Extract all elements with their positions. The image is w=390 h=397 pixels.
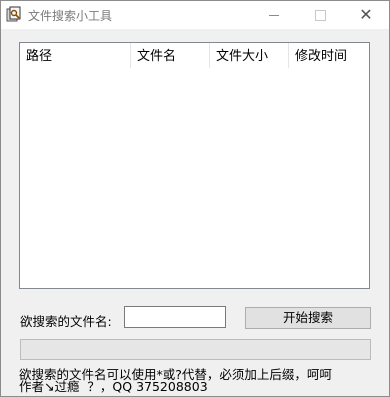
- search-progress-bar: [20, 339, 371, 360]
- close-button[interactable]: ✕: [343, 1, 389, 29]
- filename-input[interactable]: [124, 306, 226, 328]
- app-icon: [6, 6, 21, 22]
- start-search-button[interactable]: 开始搜索: [245, 307, 371, 329]
- column-header-path[interactable]: 路径: [20, 43, 131, 68]
- column-header-modified-time[interactable]: 修改时间: [289, 43, 369, 68]
- filename-label: 欲搜索的文件名:: [20, 314, 112, 329]
- close-icon: ✕: [359, 5, 373, 24]
- column-header-filename[interactable]: 文件名: [131, 43, 210, 68]
- usage-hint: 欲搜索的文件名可以使用*或?代替，必须加上后缀，呵呵 作者↘过瘾 ？，QQ 37…: [19, 367, 332, 394]
- maximize-button[interactable]: [297, 1, 343, 29]
- title-bar[interactable]: 文件搜索小工具 ✕: [1, 1, 389, 29]
- app-window: 文件搜索小工具 ✕ 路径 文件名 文件大小 修改时间 欲搜索的文件名: 开始搜索…: [0, 0, 390, 397]
- column-header-filesize[interactable]: 文件大小: [210, 43, 289, 68]
- list-header: 路径 文件名 文件大小 修改时间: [20, 43, 369, 68]
- minimize-icon: [269, 14, 279, 16]
- results-list[interactable]: 路径 文件名 文件大小 修改时间: [19, 42, 370, 289]
- maximize-icon: [314, 9, 326, 21]
- minimize-button[interactable]: [251, 1, 297, 29]
- window-title: 文件搜索小工具: [28, 9, 113, 23]
